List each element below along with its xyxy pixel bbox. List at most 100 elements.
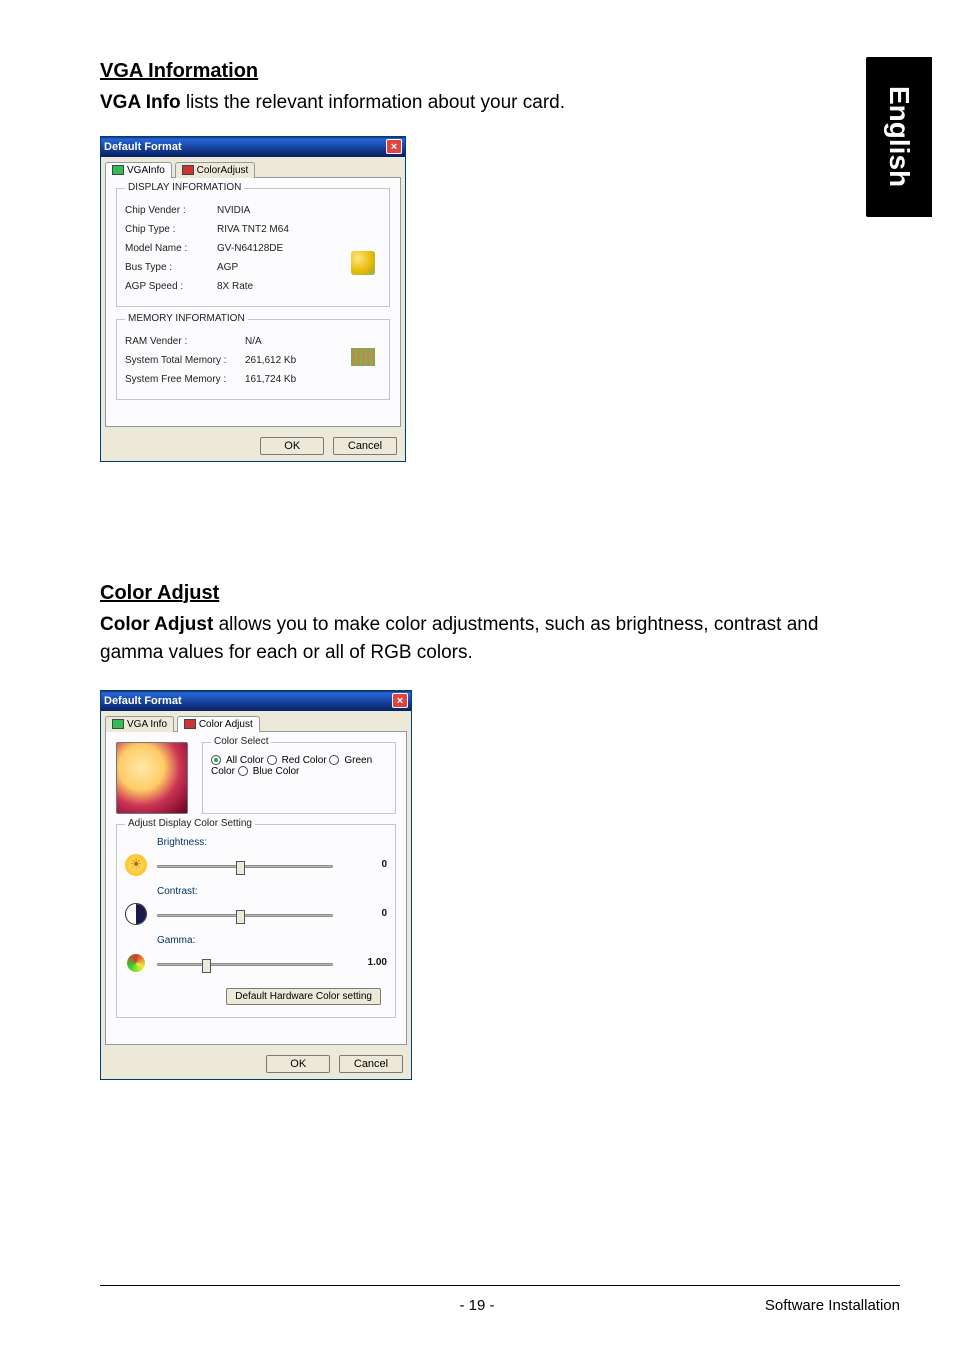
kv-row: Chip Vender :NVIDIA bbox=[125, 201, 381, 220]
kv-key: Chip Vender : bbox=[125, 201, 217, 220]
cancel-button[interactable]: Cancel bbox=[333, 437, 397, 455]
tab-label: ColorAdjust bbox=[197, 165, 249, 176]
gamma-icon bbox=[125, 952, 147, 974]
kv-key: RAM Vender : bbox=[125, 332, 245, 351]
slider-label-brightness: Brightness: bbox=[157, 837, 387, 848]
dialog-title: Default Format bbox=[104, 695, 392, 707]
tab-color-adjust[interactable]: ColorAdjust bbox=[175, 162, 256, 178]
dialog-title: Default Format bbox=[104, 141, 386, 153]
language-tab-label: English bbox=[883, 86, 915, 187]
brightness-icon: ☀ bbox=[125, 854, 147, 876]
tabs-row: VGAInfo ColorAdjust bbox=[101, 157, 405, 177]
section-lead-vga: VGA Info lists the relevant information … bbox=[100, 89, 860, 118]
radio-icon bbox=[267, 755, 277, 765]
kv-key: System Total Memory : bbox=[125, 351, 245, 370]
section-lead-color: Color Adjust allows you to make color ad… bbox=[100, 611, 860, 668]
preview-image bbox=[116, 742, 188, 814]
radio-icon bbox=[329, 755, 339, 765]
cancel-button[interactable]: Cancel bbox=[339, 1055, 403, 1073]
kv-val: NVIDIA bbox=[217, 201, 250, 220]
kv-val: N/A bbox=[245, 332, 262, 351]
lead-bold-vga: VGA Info bbox=[100, 92, 181, 113]
tabs-row: VGA Info Color Adjust bbox=[101, 711, 411, 731]
tab-icon bbox=[182, 165, 194, 175]
kv-row: Bus Type :AGP bbox=[125, 258, 381, 277]
ram-icon bbox=[351, 348, 375, 366]
radio-label: Red Color bbox=[282, 755, 327, 766]
slider-label-contrast: Contrast: bbox=[157, 886, 387, 897]
kv-val: AGP bbox=[217, 258, 238, 277]
slider-thumb[interactable] bbox=[202, 959, 211, 973]
slider-thumb[interactable] bbox=[236, 910, 245, 924]
kv-val: RIVA TNT2 M64 bbox=[217, 220, 289, 239]
slider-row-brightness: ☀ 0 bbox=[125, 854, 387, 876]
radio-label: Blue Color bbox=[253, 766, 300, 777]
footer-rule bbox=[100, 1285, 900, 1286]
kv-val: GV-N64128DE bbox=[217, 239, 283, 258]
kv-row: System Free Memory :161,724 Kb bbox=[125, 370, 381, 389]
ok-button[interactable]: OK bbox=[260, 437, 324, 455]
contrast-icon bbox=[125, 903, 147, 925]
kv-key: System Free Memory : bbox=[125, 370, 245, 389]
footer-section: Software Installation bbox=[765, 1297, 900, 1314]
kv-val: 261,612 Kb bbox=[245, 351, 296, 370]
dialog-button-row: OK Cancel bbox=[101, 431, 405, 461]
kv-row: RAM Vender :N/A bbox=[125, 332, 381, 351]
slider-label-gamma: Gamma: bbox=[157, 935, 387, 946]
radio-icon bbox=[238, 766, 248, 776]
radio-blue-color[interactable]: Blue Color bbox=[238, 766, 300, 777]
default-hw-row: Default Hardware Color setting bbox=[125, 984, 387, 1007]
close-icon[interactable]: × bbox=[386, 139, 402, 154]
tab-panel: DISPLAY INFORMATION Chip Vender :NVIDIA … bbox=[105, 177, 401, 427]
brightness-slider[interactable] bbox=[157, 861, 333, 868]
gamma-slider[interactable] bbox=[157, 959, 333, 966]
tab-label: VGA Info bbox=[127, 719, 167, 730]
lead-bold-color: Color Adjust bbox=[100, 614, 213, 635]
dialog-titlebar: Default Format × bbox=[101, 137, 405, 157]
close-icon[interactable]: × bbox=[392, 693, 408, 708]
ok-button[interactable]: OK bbox=[266, 1055, 330, 1073]
contrast-value: 0 bbox=[347, 908, 387, 919]
tab-vga-info[interactable]: VGAInfo bbox=[105, 162, 172, 178]
dialog-titlebar: Default Format × bbox=[101, 691, 411, 711]
slider-row-contrast: 0 bbox=[125, 903, 387, 925]
section-heading-color: Color Adjust bbox=[100, 582, 860, 605]
kv-row: Model Name :GV-N64128DE bbox=[125, 239, 381, 258]
radio-label: All Color bbox=[226, 755, 264, 766]
brightness-value: 0 bbox=[347, 859, 387, 870]
adjust-display-group: Adjust Display Color Setting Brightness:… bbox=[116, 824, 396, 1018]
kv-key: Chip Type : bbox=[125, 220, 217, 239]
tab-color-adjust[interactable]: Color Adjust bbox=[177, 716, 260, 732]
group-legend: MEMORY INFORMATION bbox=[125, 313, 248, 324]
group-legend: Adjust Display Color Setting bbox=[125, 818, 255, 829]
radio-all-color[interactable]: All Color bbox=[211, 755, 264, 766]
language-tab: English bbox=[866, 57, 932, 217]
radio-red-color[interactable]: Red Color bbox=[267, 755, 327, 766]
gamma-value: 1.00 bbox=[347, 957, 387, 968]
slider-row-gamma: 1.00 bbox=[125, 952, 387, 974]
tab-vga-info[interactable]: VGA Info bbox=[105, 716, 174, 732]
kv-key: Bus Type : bbox=[125, 258, 217, 277]
kv-row: System Total Memory :261,612 Kb bbox=[125, 351, 381, 370]
tab-icon bbox=[112, 719, 124, 729]
tab-panel: Color Select All Color Red Color Green C… bbox=[105, 731, 407, 1045]
chip-icon bbox=[351, 251, 375, 275]
default-hw-button[interactable]: Default Hardware Color setting bbox=[226, 988, 381, 1005]
kv-val: 8X Rate bbox=[217, 277, 253, 296]
slider-thumb[interactable] bbox=[236, 861, 245, 875]
color-adjust-dialog: Default Format × VGA Info Color Adjust C… bbox=[100, 690, 412, 1080]
memory-info-group: MEMORY INFORMATION RAM Vender :N/A Syste… bbox=[116, 319, 390, 400]
kv-key: Model Name : bbox=[125, 239, 217, 258]
kv-val: 161,724 Kb bbox=[245, 370, 296, 389]
tab-icon bbox=[112, 165, 124, 175]
kv-row: AGP Speed :8X Rate bbox=[125, 277, 381, 296]
group-legend: DISPLAY INFORMATION bbox=[125, 182, 244, 193]
tab-label: VGAInfo bbox=[127, 165, 165, 176]
lead-rest-vga: lists the relevant information about you… bbox=[181, 92, 565, 113]
dialog-button-row: OK Cancel bbox=[101, 1049, 411, 1079]
section-heading-vga: VGA Information bbox=[100, 60, 860, 83]
radio-icon bbox=[211, 755, 221, 765]
tab-label: Color Adjust bbox=[199, 719, 253, 730]
contrast-slider[interactable] bbox=[157, 910, 333, 917]
kv-row: Chip Type :RIVA TNT2 M64 bbox=[125, 220, 381, 239]
